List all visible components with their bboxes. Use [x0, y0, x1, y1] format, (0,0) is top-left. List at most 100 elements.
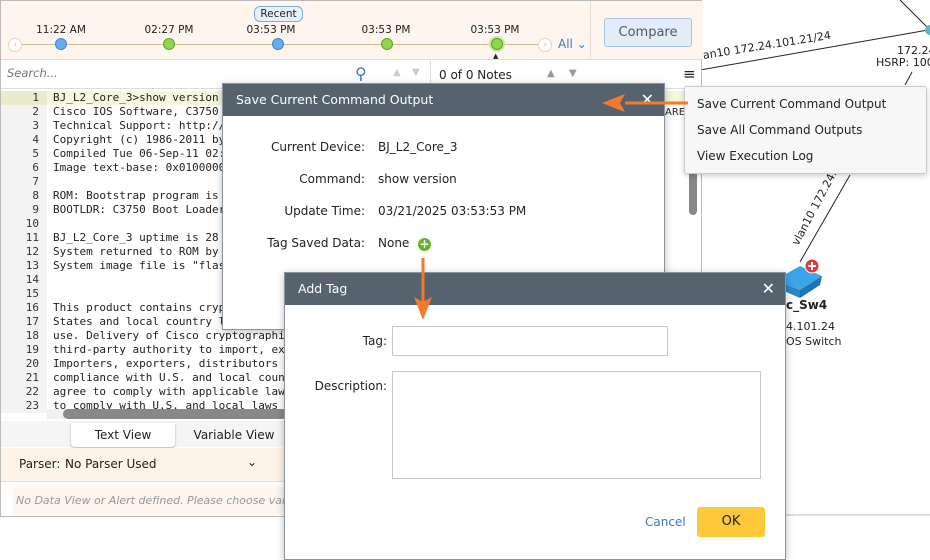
filter-dropdown[interactable]: All ⌄: [558, 37, 587, 51]
line-text: Image text-base: 0x0100000: [53, 161, 226, 174]
line-text: ROM: Bootstrap program is: [53, 189, 219, 202]
line-text: Importers, exporters, distributors: [53, 357, 279, 370]
line-number: 9: [1, 203, 47, 217]
ok-button[interactable]: OK: [697, 507, 765, 537]
timeline-time: 03:53 PM: [470, 24, 520, 36]
timeline: Recent ‹ › 11:22 AM 02:27 PM 03:53 PM 03…: [1, 1, 591, 60]
parser-value: No Parser Used: [65, 457, 157, 471]
line-number: 23: [1, 399, 47, 413]
line-number: 14: [1, 273, 47, 287]
line-text: Compiled Tue 06-Sep-11 02:: [53, 147, 226, 160]
next-note-icon[interactable]: ▼: [569, 68, 577, 79]
field-label: Tag Saved Data:: [267, 236, 365, 250]
device-type: OS Switch: [786, 335, 842, 348]
timeline-point[interactable]: [381, 38, 393, 50]
timeline-prev-button[interactable]: ‹: [8, 38, 22, 52]
description-label: Description:: [314, 379, 387, 393]
line-number: 6: [1, 161, 47, 175]
link-line: [904, 71, 913, 86]
chevron-down-icon: ⌄: [247, 455, 258, 469]
line-text: Copyright (c) 1986-2011 by: [53, 133, 226, 146]
tab-text-view[interactable]: Text View: [71, 423, 175, 447]
cancel-button[interactable]: Cancel: [645, 515, 686, 529]
line-text: [47, 287, 53, 301]
line-number: 13: [1, 259, 47, 273]
line-text: [47, 175, 53, 189]
line-text: use. Delivery of Cisco cryptographi: [53, 329, 285, 342]
line-number: 8: [1, 189, 47, 203]
timeline-time: 03:53 PM: [361, 24, 411, 36]
update-time-value: 03/21/2025 03:53:53 PM: [378, 204, 527, 218]
line-text: agree to comply with applicable law: [53, 385, 285, 398]
notes-text: ARE: [665, 107, 686, 118]
parser-label: Parser:: [19, 457, 61, 471]
line-number: 1: [1, 91, 47, 105]
menu-item-view-log[interactable]: View Execution Log: [697, 149, 813, 163]
dialog-title: Save Current Command Output: [236, 92, 434, 107]
tab-variable-view[interactable]: Variable View: [179, 423, 289, 447]
line-number: 19: [1, 343, 47, 357]
line-text: third-party authority to import, ex: [53, 343, 285, 356]
line-text: BJ_L2_Core_3>show version: [53, 91, 219, 104]
line-number: 10: [1, 217, 47, 231]
line-text: BJ_L2_Core_3 uptime is 28: [53, 231, 219, 244]
prev-match-icon[interactable]: ▲: [393, 67, 401, 78]
close-icon[interactable]: ✕: [641, 84, 654, 116]
line-number: 4: [1, 133, 47, 147]
timeline-time: 03:53 PM: [246, 24, 296, 36]
current-device-value: BJ_L2_Core_3: [378, 140, 458, 154]
line-text: This product contains cryp: [53, 301, 226, 314]
link-line: [899, 0, 929, 29]
dialog-title: Add Tag: [298, 281, 348, 296]
line-text: Technical Support: http://: [53, 119, 226, 132]
field-label: Command:: [299, 172, 365, 186]
line-number: 18: [1, 329, 47, 343]
line-number: 20: [1, 357, 47, 371]
timeline-point-selected[interactable]: [491, 38, 503, 50]
timeline-time: 11:22 AM: [36, 24, 86, 36]
command-value: show version: [378, 172, 457, 186]
line-text: [47, 273, 53, 287]
line-number: 5: [1, 147, 47, 161]
node-icon: [925, 25, 930, 35]
field-label: Current Device:: [271, 140, 365, 154]
compare-button[interactable]: Compare: [604, 18, 692, 47]
device-name[interactable]: c_Sw4: [786, 298, 827, 312]
line-text: System image file is "flas: [53, 259, 226, 272]
horizontal-scrollbar[interactable]: [47, 409, 287, 419]
tag-input[interactable]: [392, 326, 668, 356]
menu-item-save-all[interactable]: Save All Command Outputs: [697, 123, 862, 137]
line-number: 22: [1, 385, 47, 399]
timeline-next-button[interactable]: ›: [538, 38, 552, 52]
parser-select[interactable]: Parser: No Parser Used ⌄: [1, 448, 286, 482]
close-icon[interactable]: ✕: [762, 273, 775, 305]
line-number: 15: [1, 287, 47, 301]
next-match-icon[interactable]: ▼: [412, 67, 420, 78]
line-number: 3: [1, 119, 47, 133]
menu-item-save-current[interactable]: Save Current Command Output: [697, 97, 886, 111]
options-menu: Save Current Command Output Save All Com…: [684, 86, 927, 174]
timeline-point[interactable]: [55, 38, 67, 50]
search-input[interactable]: [7, 66, 337, 80]
line-text: compliance with U.S. and local coun: [53, 371, 285, 384]
tag-value: None: [378, 236, 410, 250]
search-icon[interactable]: ⚲: [355, 64, 367, 83]
timeline-point[interactable]: [163, 38, 175, 50]
hsrp-label: HSRP: 100(: [876, 56, 930, 69]
menu-icon[interactable]: ≡: [683, 65, 696, 83]
line-number: 2: [1, 105, 47, 119]
add-tag-plus-icon[interactable]: +: [418, 238, 431, 251]
prev-note-icon[interactable]: ▲: [547, 68, 555, 79]
line-text: [47, 217, 53, 231]
notes-count: 0 of 0 Notes: [439, 68, 512, 82]
line-number: 12: [1, 245, 47, 259]
description-textarea[interactable]: [392, 371, 761, 479]
line-number: 7: [1, 175, 47, 189]
field-label: Update Time:: [284, 204, 365, 218]
status-message: No Data View or Alert defined. Please ch…: [13, 487, 286, 515]
recent-badge[interactable]: Recent: [254, 6, 303, 22]
line-number: 11: [1, 231, 47, 245]
line-text: System returned to ROM by: [53, 245, 219, 258]
line-text: States and local country l: [53, 315, 226, 328]
timeline-point[interactable]: [272, 38, 284, 50]
